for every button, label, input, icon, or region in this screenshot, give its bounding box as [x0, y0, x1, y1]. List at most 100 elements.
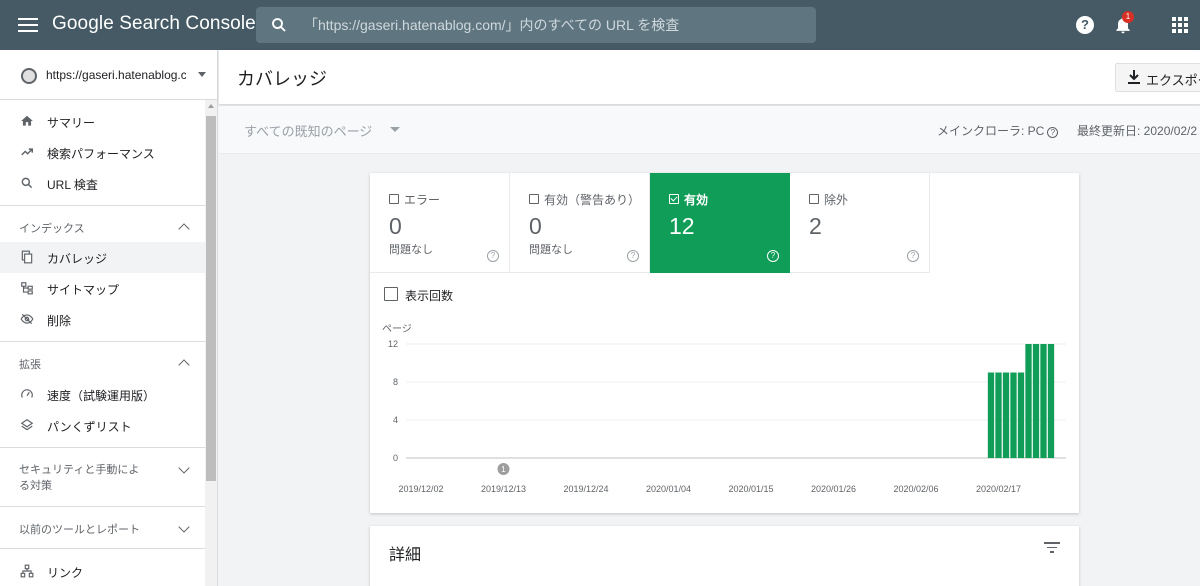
tile-label: 除外: [824, 193, 849, 207]
section-security[interactable]: セキュリティと手動による対策: [0, 448, 205, 506]
tile-excluded[interactable]: 除外 2 ?: [790, 173, 930, 273]
url-inspect-search-bar[interactable]: [256, 7, 816, 43]
search-icon: [272, 18, 286, 32]
tile-subtext: 問題なし: [529, 244, 573, 256]
details-card: 詳細: [370, 526, 1079, 586]
y-tick-label: 12: [388, 339, 398, 349]
sidebar-item-label: 速度（試験運用版）: [47, 389, 156, 403]
section-label: セキュリティと手動による対策: [19, 464, 140, 492]
tile-label: 有効（警告あり）: [544, 193, 641, 207]
help-icon[interactable]: ?: [1047, 127, 1059, 138]
property-selector[interactable]: https://gaseri.hatenablog.co...: [0, 50, 217, 100]
x-tick-label: 2020/01/04: [646, 484, 691, 494]
chevron-down-icon: [178, 462, 190, 474]
checkbox-icon: [529, 194, 539, 204]
tile-value: 12: [669, 213, 695, 239]
tile-value: 2: [809, 213, 822, 239]
links-tree-icon: [20, 564, 34, 578]
visibility-off-icon: [20, 313, 34, 325]
google-apps-grid-icon[interactable]: [1172, 17, 1188, 33]
sidebar-item-label: 削除: [47, 314, 72, 328]
x-tick-label: 2019/12/13: [481, 484, 526, 494]
checkbox-icon: [384, 287, 398, 301]
section-legacy-tools[interactable]: 以前のツールとレポート: [0, 507, 205, 547]
x-tick-label: 2020/02/17: [976, 484, 1021, 494]
section-index[interactable]: インデックス: [0, 206, 205, 242]
section-enhancements[interactable]: 拡張: [0, 342, 205, 378]
y-axis-label: ページ: [382, 324, 412, 335]
sidebar-item-summary[interactable]: サマリー: [0, 106, 205, 137]
dropdown-caret-icon: [390, 127, 400, 132]
chart-bar: [1040, 344, 1047, 458]
scrollbar-thumb[interactable]: [206, 116, 216, 481]
sidebar-item-links[interactable]: リンク: [0, 556, 205, 586]
chevron-up-icon: [178, 223, 190, 235]
sidebar-item-coverage[interactable]: カバレッジ: [0, 242, 205, 273]
coverage-icon: [21, 250, 33, 264]
top-app-bar: Google Search Console ? 1: [0, 0, 1200, 50]
tile-valid-with-warnings[interactable]: 有効（警告あり） 0 問題なし ?: [510, 173, 650, 273]
checkbox-checked-icon: [669, 194, 679, 204]
tile-error[interactable]: エラー 0 問題なし ?: [370, 173, 510, 273]
x-tick-label: 2020/02/06: [893, 484, 938, 494]
search-icon: [21, 177, 33, 189]
tile-value: 0: [389, 213, 402, 239]
sidebar-item-label: リンク: [47, 566, 84, 580]
pages-filter-dropdown[interactable]: すべての既知のページ: [244, 121, 400, 141]
coverage-bar-chart: ページ 0 4 8 12 2019/12/02 2019/12/13 2019/12/24 20…: [382, 324, 1066, 494]
sidebar-item-sitemaps[interactable]: サイトマップ: [0, 273, 205, 304]
chart-bar: [1010, 372, 1017, 458]
page-header: カバレッジ エクスポー: [219, 50, 1200, 105]
page-title: カバレッジ: [237, 69, 327, 89]
details-title: 詳細: [389, 547, 422, 564]
y-tick-label: 4: [393, 415, 398, 425]
help-icon[interactable]: ?: [627, 250, 639, 262]
annotation-label: 1: [501, 465, 506, 474]
sidebar-item-speed[interactable]: 速度（試験運用版）: [0, 379, 205, 410]
sidebar-item-label: URL 検査: [47, 178, 98, 192]
help-icon[interactable]: ?: [487, 250, 499, 262]
chart-bar: [1032, 344, 1040, 458]
scroll-up-arrow-icon[interactable]: [208, 104, 214, 108]
chart-bar: [1025, 344, 1032, 458]
chart-bar: [1002, 372, 1010, 458]
checkbox-icon: [389, 194, 399, 204]
x-tick-label: 2020/01/26: [811, 484, 856, 494]
help-icon[interactable]: ?: [907, 250, 919, 262]
chevron-down-icon: [198, 72, 206, 77]
filter-list-icon[interactable]: [1044, 542, 1060, 554]
sidebar-scrollbar[interactable]: [205, 100, 217, 586]
app-brand-title[interactable]: Google Search Console: [52, 13, 256, 35]
pages-filter-label: すべての既知のページ: [244, 124, 373, 139]
property-url: https://gaseri.hatenablog.co...: [46, 68, 186, 82]
sidebar-item-label: 検索パフォーマンス: [47, 147, 155, 161]
tile-value: 0: [529, 213, 542, 239]
chart-bar: [995, 372, 1002, 458]
chevron-up-icon: [178, 359, 190, 371]
tile-valid[interactable]: 有効 12 ?: [650, 173, 790, 273]
sidebar-item-removals[interactable]: 削除: [0, 304, 205, 335]
section-label: 以前のツールとレポート: [19, 524, 140, 536]
chart-bar: [1047, 344, 1055, 458]
sidebar-item-breadcrumbs[interactable]: パンくずリスト: [0, 410, 205, 441]
hamburger-menu-icon[interactable]: [18, 15, 38, 35]
section-label: インデックス: [19, 223, 85, 235]
help-icon[interactable]: ?: [767, 250, 779, 262]
chevron-down-icon: [178, 521, 190, 533]
sidebar-nav: https://gaseri.hatenablog.co... サマリー 検索パ…: [0, 50, 218, 586]
sidebar-item-performance[interactable]: 検索パフォーマンス: [0, 137, 205, 168]
x-tick-label: 2019/12/24: [563, 484, 608, 494]
impressions-label: 表示回数: [405, 289, 454, 303]
home-icon: [21, 115, 33, 126]
y-tick-label: 0: [393, 453, 398, 463]
export-button[interactable]: エクスポー: [1115, 63, 1200, 92]
y-tick-label: 8: [393, 377, 398, 387]
property-favicon-icon: [21, 68, 37, 84]
tile-label: 有効: [684, 193, 709, 207]
search-input[interactable]: [304, 7, 804, 43]
notification-count-badge: 1: [1122, 11, 1134, 23]
sidebar-item-label: パンくずリスト: [47, 420, 132, 434]
sidebar-item-url-inspection[interactable]: URL 検査: [0, 168, 205, 199]
chart-bar: [987, 372, 995, 458]
help-icon[interactable]: ?: [1076, 16, 1094, 34]
